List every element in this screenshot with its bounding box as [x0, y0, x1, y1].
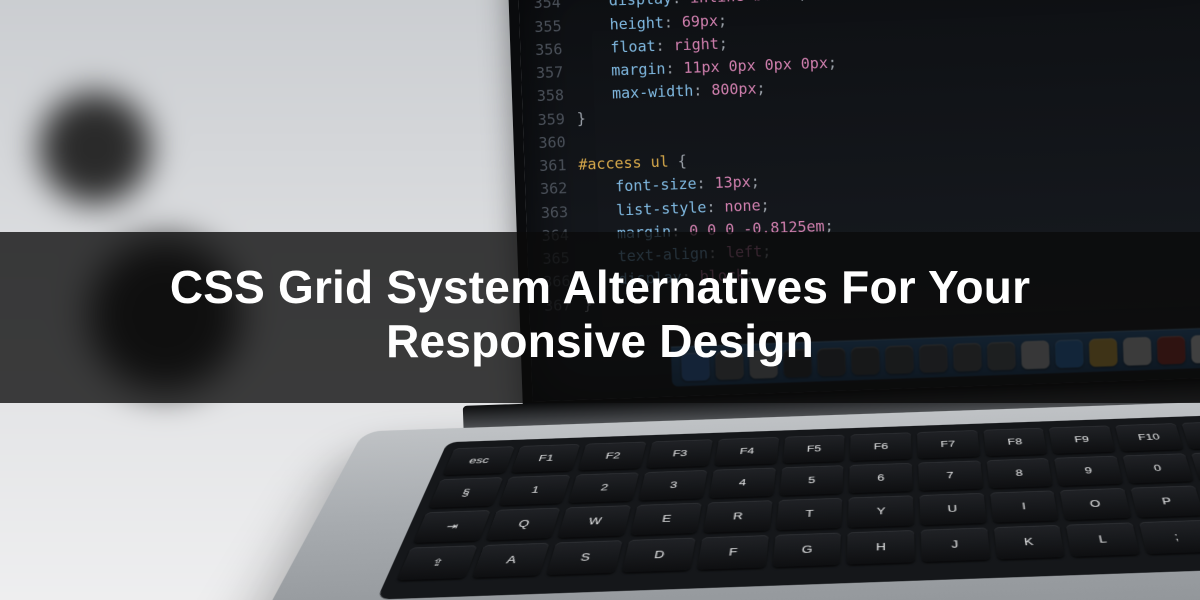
keyboard-key: F2 — [579, 442, 647, 471]
keyboard-key: K — [994, 525, 1066, 559]
keyboard-key: esc — [443, 446, 515, 475]
keyboard-key: ⇪ — [397, 545, 477, 580]
keyboard-key: - — [1191, 451, 1200, 481]
keyboard-key: D — [622, 538, 696, 573]
keyboard-key: F7 — [917, 430, 980, 458]
keyboard-key: 6 — [849, 463, 913, 493]
keyboard-key: I — [990, 490, 1059, 522]
keyboard-key: F9 — [1049, 425, 1115, 453]
keyboard-key: H — [847, 530, 915, 565]
hero-scene: 353#access { 354 display: inline-block; … — [0, 0, 1200, 600]
keyboard-key: A — [472, 543, 550, 578]
keyboard-key: G — [772, 533, 841, 568]
keyboard-key: J — [921, 528, 990, 562]
keyboard-key: P — [1131, 486, 1200, 518]
keyboard-key: W — [558, 505, 631, 538]
keyboard-key: L — [1066, 522, 1140, 556]
keyboard-key: 2 — [569, 472, 639, 503]
keyboard-key: 4 — [709, 468, 776, 498]
keyboard-key: E — [631, 503, 702, 536]
keyboard-key: 1 — [499, 475, 571, 506]
keyboard-key: F8 — [983, 428, 1047, 456]
keyboard-key: U — [919, 493, 986, 525]
keyboard-key: O — [1060, 488, 1131, 520]
keyboard-key: § — [428, 477, 502, 508]
keyboard-key: F10 — [1115, 423, 1183, 451]
keyboard-key: F1 — [511, 444, 581, 473]
title-overlay: CSS Grid System Alternatives For Your Re… — [0, 232, 1200, 403]
keyboard-key: F3 — [646, 439, 712, 468]
keyboard-key: F — [697, 535, 768, 570]
keyboard-key: 5 — [779, 465, 844, 495]
keyboard-key: 8 — [986, 458, 1053, 488]
keyboard-key: ⇥ — [413, 510, 490, 543]
keyboard-key: S — [547, 540, 623, 575]
keyboard-key: F11 — [1181, 421, 1200, 449]
keyboard-key: 3 — [639, 470, 708, 501]
keyboard-key: F4 — [714, 437, 778, 466]
article-title: CSS Grid System Alternatives For Your Re… — [40, 260, 1160, 369]
keyboard-key: ; — [1139, 520, 1200, 554]
keyboard-key: R — [703, 500, 772, 532]
keyboard-key: Y — [848, 495, 914, 527]
keyboard-key: 9 — [1055, 456, 1124, 486]
keyboard-key: T — [776, 498, 843, 530]
keyboard-key: 0 — [1123, 453, 1193, 483]
keyboard-key: 7 — [918, 461, 983, 491]
keyboard: escF1F2F3F4F5F6F7F8F9F10F11F12⏏§12345678… — [377, 410, 1200, 600]
keyboard-key: Q — [486, 508, 561, 541]
keyboard-key: F6 — [850, 432, 912, 461]
keyboard-key: F5 — [782, 435, 845, 464]
